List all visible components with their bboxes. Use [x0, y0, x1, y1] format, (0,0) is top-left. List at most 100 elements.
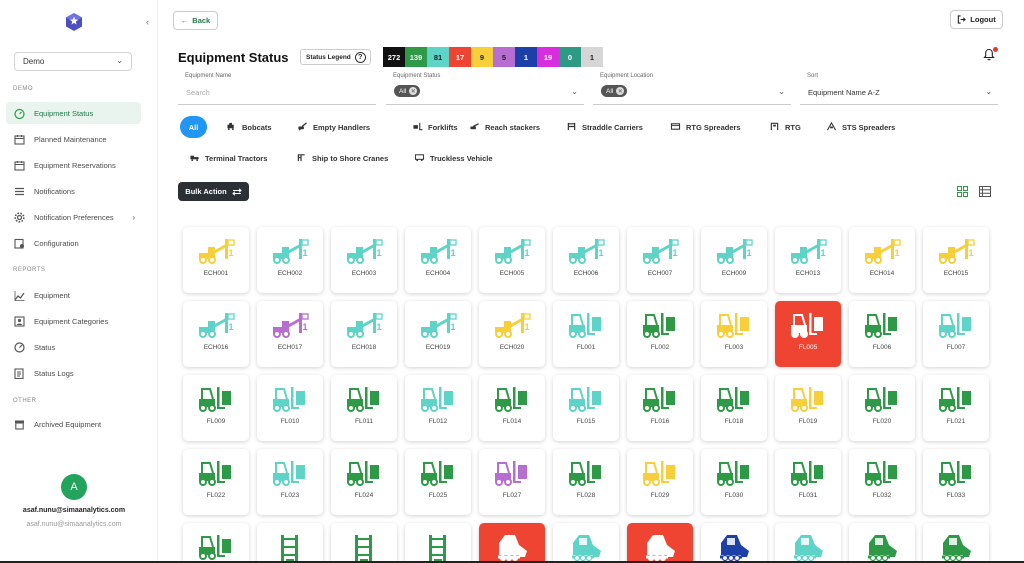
- equipment-tile[interactable]: 1 ECH003: [331, 227, 397, 293]
- sidebar-item-status-logs[interactable]: Status Logs: [6, 362, 141, 384]
- equipment-tile[interactable]: 1 ECH005: [479, 227, 545, 293]
- equipment-tile[interactable]: [183, 523, 249, 563]
- chevron-down-icon[interactable]: ⌄: [571, 87, 578, 96]
- status-count-cell[interactable]: 272: [383, 47, 405, 67]
- remove-chip-icon[interactable]: ✕: [409, 87, 418, 95]
- status-count-cell[interactable]: 9: [471, 47, 493, 67]
- equipment-tile[interactable]: 1 ECH004: [405, 227, 471, 293]
- status-count-cell[interactable]: 5: [493, 47, 515, 67]
- equipment-tile[interactable]: FL024: [331, 449, 397, 515]
- equipment-tile[interactable]: FL009: [183, 375, 249, 441]
- status-count-cell[interactable]: 1: [515, 47, 537, 67]
- location-chip[interactable]: All ✕: [601, 85, 628, 97]
- equipment-tile[interactable]: FL031: [775, 449, 841, 515]
- equipment-tile[interactable]: 1 ECH001: [183, 227, 249, 293]
- sidebar-item-equipment-reservations[interactable]: Equipment Reservations: [6, 154, 141, 176]
- status-chip[interactable]: All ✕: [394, 85, 421, 97]
- list-view-icon[interactable]: [979, 186, 991, 197]
- equipment-tile[interactable]: FL018: [701, 375, 767, 441]
- equipment-tile[interactable]: FL032: [849, 449, 915, 515]
- equipment-tile[interactable]: FL015: [553, 375, 619, 441]
- sidebar-item-equipment[interactable]: Equipment: [6, 284, 141, 306]
- equipment-tile[interactable]: FL010: [257, 375, 323, 441]
- equipment-tile[interactable]: FL028: [553, 449, 619, 515]
- equipment-tile[interactable]: [627, 523, 693, 563]
- equipment-location-filter[interactable]: Equipment Location All ✕ ⌄: [593, 73, 791, 105]
- equipment-tile[interactable]: [257, 523, 323, 563]
- equipment-tile[interactable]: 1 ECH013: [775, 227, 841, 293]
- status-count-cell[interactable]: 17: [449, 47, 471, 67]
- sidebar-item-archived-equipment[interactable]: Archived Equipment: [6, 413, 141, 435]
- equipment-tile[interactable]: FL019: [775, 375, 841, 441]
- status-legend-button[interactable]: Status Legend ?: [300, 49, 371, 65]
- sidebar-item-status[interactable]: Status: [6, 336, 141, 358]
- equipment-tile[interactable]: 1 ECH020: [479, 301, 545, 367]
- equipment-tile[interactable]: 1 ECH007: [627, 227, 693, 293]
- chevron-down-icon[interactable]: ⌄: [778, 87, 785, 96]
- equipment-tile[interactable]: [479, 523, 545, 563]
- category-forklifts[interactable]: Forklifts: [412, 116, 458, 138]
- equipment-tile[interactable]: 1 ECH006: [553, 227, 619, 293]
- equipment-tile[interactable]: [553, 523, 619, 563]
- category-terminal-tractors[interactable]: Terminal Tractors: [189, 147, 267, 169]
- grid-view-icon[interactable]: [957, 186, 968, 197]
- equipment-tile[interactable]: 1 ECH019: [405, 301, 471, 367]
- equipment-tile[interactable]: [701, 523, 767, 563]
- equipment-tile[interactable]: FL023: [257, 449, 323, 515]
- category-reach-stackers[interactable]: Reach stackers: [469, 116, 540, 138]
- search-input[interactable]: Search: [186, 88, 210, 97]
- equipment-tile[interactable]: 1 ECH014: [849, 227, 915, 293]
- status-count-cell[interactable]: 0: [559, 47, 581, 67]
- equipment-tile[interactable]: [331, 523, 397, 563]
- equipment-tile[interactable]: FL033: [923, 449, 989, 515]
- equipment-status-filter[interactable]: Equipment Status All ✕ ⌄: [386, 73, 584, 105]
- equipment-tile[interactable]: FL027: [479, 449, 545, 515]
- chevron-down-icon[interactable]: ⌄: [985, 87, 992, 96]
- category-ship-to-shore-cranes[interactable]: Ship to Shore Cranes: [296, 147, 388, 169]
- sidebar-item-planned-maintenance[interactable]: Planned Maintenance: [6, 128, 141, 150]
- equipment-tile[interactable]: FL005: [775, 301, 841, 367]
- back-button[interactable]: ← Back: [173, 11, 218, 30]
- collapse-sidebar-icon[interactable]: ‹: [146, 17, 149, 27]
- sidebar-item-notifications[interactable]: Notifications: [6, 180, 141, 202]
- equipment-tile[interactable]: FL020: [849, 375, 915, 441]
- equipment-tile[interactable]: 1 ECH017: [257, 301, 323, 367]
- remove-chip-icon[interactable]: ✕: [616, 87, 625, 95]
- equipment-tile[interactable]: FL001: [553, 301, 619, 367]
- status-count-cell[interactable]: 1: [581, 47, 603, 67]
- category-straddle-carriers[interactable]: Straddle Carriers: [566, 116, 643, 138]
- sidebar-item-configuration[interactable]: Configuration: [6, 232, 141, 254]
- organization-select[interactable]: Demo ⌄: [14, 52, 132, 71]
- logout-button[interactable]: Logout: [950, 10, 1003, 29]
- equipment-tile[interactable]: FL011: [331, 375, 397, 441]
- equipment-tile[interactable]: [405, 523, 471, 563]
- category-sts-spreaders[interactable]: STS Spreaders: [826, 116, 895, 138]
- equipment-tile[interactable]: [923, 523, 989, 563]
- avatar[interactable]: A: [61, 474, 87, 500]
- category-truckless-vehicle[interactable]: Truckless Vehicle: [414, 147, 493, 169]
- equipment-tile[interactable]: FL006: [849, 301, 915, 367]
- equipment-tile[interactable]: FL030: [701, 449, 767, 515]
- category-all[interactable]: All: [180, 116, 207, 138]
- equipment-tile[interactable]: 1 ECH018: [331, 301, 397, 367]
- equipment-tile[interactable]: FL012: [405, 375, 471, 441]
- equipment-tile[interactable]: 1 ECH009: [701, 227, 767, 293]
- category-rtg-spreaders[interactable]: RTG Spreaders: [670, 116, 741, 138]
- bulk-action-button[interactable]: Bulk Action: [178, 182, 249, 201]
- equipment-tile[interactable]: 1 ECH015: [923, 227, 989, 293]
- equipment-name-filter[interactable]: Equipment Name Search: [178, 73, 376, 105]
- sidebar-item-notification-preferences[interactable]: Notification Preferences ›: [6, 206, 141, 228]
- sidebar-item-equipment-categories[interactable]: Equipment Categories: [6, 310, 141, 332]
- equipment-tile[interactable]: 1 ECH016: [183, 301, 249, 367]
- equipment-tile[interactable]: 1 ECH002: [257, 227, 323, 293]
- equipment-tile[interactable]: FL016: [627, 375, 693, 441]
- app-logo-icon[interactable]: [64, 12, 84, 32]
- equipment-tile[interactable]: FL022: [183, 449, 249, 515]
- category-empty-handlers[interactable]: Empty Handlers: [297, 116, 370, 138]
- equipment-tile[interactable]: FL007: [923, 301, 989, 367]
- equipment-tile[interactable]: FL002: [627, 301, 693, 367]
- equipment-tile[interactable]: FL003: [701, 301, 767, 367]
- sidebar-item-equipment-status[interactable]: Equipment Status: [6, 102, 141, 124]
- equipment-tile[interactable]: [849, 523, 915, 563]
- category-rtg[interactable]: RTG: [769, 116, 801, 138]
